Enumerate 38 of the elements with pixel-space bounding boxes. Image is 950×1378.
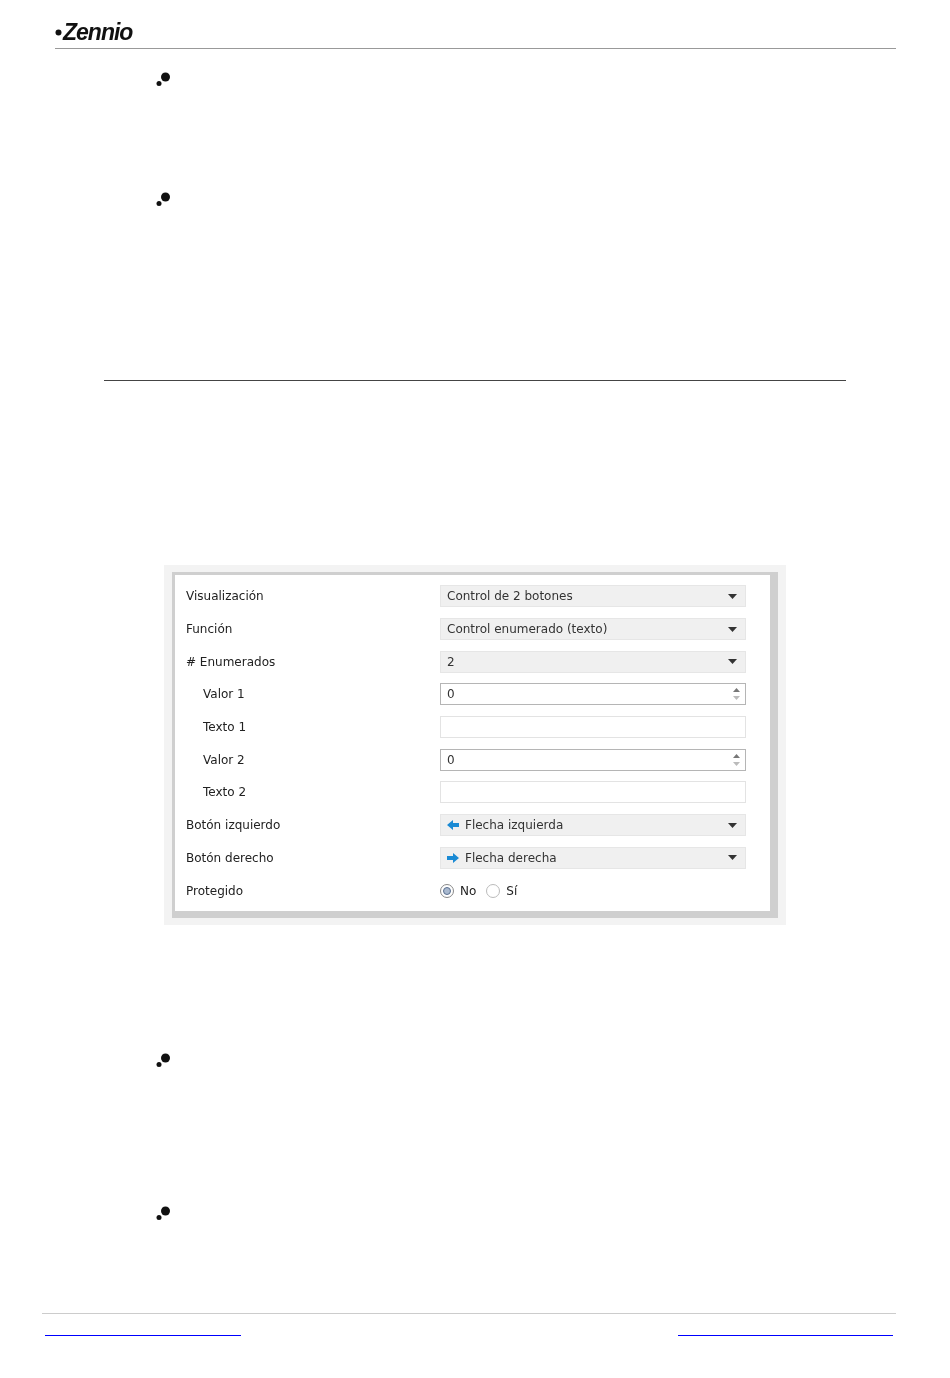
bullet-icon bbox=[156, 1053, 170, 1067]
radio-label: Sí bbox=[506, 883, 518, 898]
field-label: Protegido bbox=[186, 883, 244, 898]
caret-icon bbox=[728, 593, 737, 599]
caret-icon bbox=[728, 822, 737, 828]
radio-label: No bbox=[460, 883, 477, 898]
spinner-icon bbox=[733, 752, 740, 767]
radio-button[interactable] bbox=[440, 883, 454, 898]
caret-icon bbox=[728, 855, 737, 861]
left-arrow-icon bbox=[447, 820, 459, 831]
field-label: Función bbox=[186, 622, 233, 637]
field-label: # Enumerados bbox=[186, 654, 276, 669]
field-label: Valor 2 bbox=[203, 752, 245, 767]
field-label: Botón derecho bbox=[186, 850, 274, 865]
right-arrow-icon bbox=[447, 852, 459, 863]
field-label: Botón izquierdo bbox=[186, 818, 281, 833]
text-field[interactable] bbox=[440, 781, 746, 804]
bullet-icon bbox=[156, 192, 170, 206]
dropdown[interactable]: Flecha izquierda bbox=[440, 814, 746, 837]
logo-dot-icon bbox=[55, 29, 62, 36]
bullet-icon bbox=[156, 1206, 170, 1220]
field-label: Visualización bbox=[186, 589, 264, 604]
spinner-icon bbox=[733, 687, 740, 702]
bullet-icon bbox=[156, 72, 170, 86]
field-label: Texto 1 bbox=[203, 720, 247, 735]
radio-button[interactable] bbox=[486, 883, 501, 898]
number-field[interactable]: 0 bbox=[440, 683, 746, 706]
dropdown[interactable]: 2 bbox=[440, 650, 746, 673]
dropdown[interactable]: Control de 2 botones bbox=[440, 585, 746, 608]
caret-icon bbox=[728, 626, 737, 632]
caret-icon bbox=[728, 659, 737, 665]
number-field[interactable]: 0 bbox=[440, 748, 746, 771]
dropdown[interactable]: Flecha derecha bbox=[440, 846, 746, 869]
text-field[interactable] bbox=[440, 716, 746, 739]
field-label: Texto 2 bbox=[203, 785, 247, 800]
dropdown[interactable]: Control enumerado (texto) bbox=[440, 618, 746, 641]
field-label: Valor 1 bbox=[203, 687, 245, 702]
logo: Zennio bbox=[63, 21, 133, 44]
